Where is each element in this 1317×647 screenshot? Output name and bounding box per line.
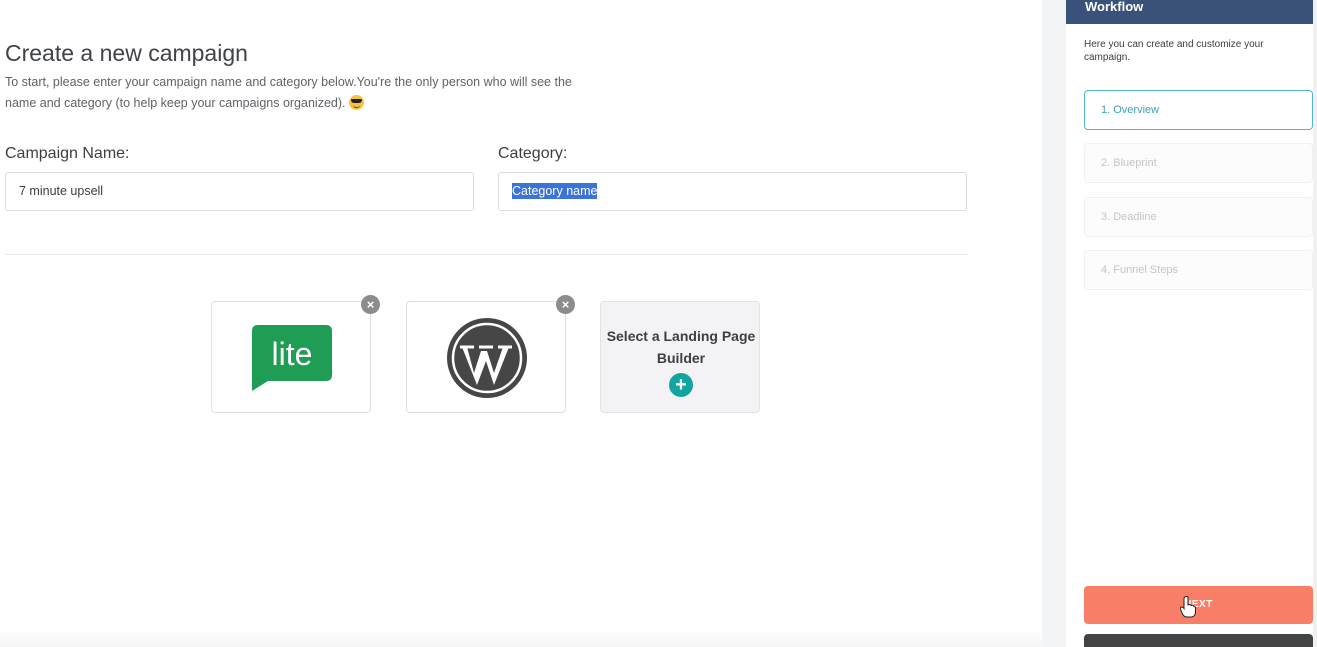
secondary-button[interactable] [1084, 634, 1313, 647]
builder-card-lite[interactable]: × lite [211, 295, 380, 413]
select-landing-page-builder-card[interactable]: Select a Landing Page Builder + [600, 301, 760, 413]
step-blueprint[interactable]: 2. Blueprint [1084, 143, 1313, 183]
select-builder-label: Select a Landing Page Builder [606, 328, 756, 366]
next-button[interactable]: NEXT [1084, 586, 1313, 624]
bottom-edge [0, 630, 1042, 647]
lite-logo-icon: lite [252, 325, 332, 391]
campaign-name-label: Campaign Name: [5, 145, 130, 162]
main-content: Create a new campaign To start, please e… [0, 0, 1042, 647]
category-label: Category: [498, 145, 568, 162]
step-overview[interactable]: 1. Overview [1084, 90, 1313, 130]
workflow-sidebar: Workflow Here you can create and customi… [1066, 0, 1317, 647]
step-funnel-steps[interactable]: 4. Funnel Steps [1084, 250, 1313, 290]
section-divider [5, 254, 968, 255]
remove-wordpress-icon[interactable]: × [556, 295, 575, 314]
scrollbar-track[interactable] [1313, 0, 1317, 647]
lite-logo-text: lite [272, 336, 313, 372]
category-selected-text: Category name [512, 183, 598, 199]
step-deadline[interactable]: 3. Deadline [1084, 197, 1313, 237]
wordpress-logo-icon [447, 318, 527, 398]
sidebar-gutter [1042, 0, 1066, 647]
category-input[interactable]: Category name [498, 172, 967, 211]
builder-card-wordpress[interactable]: × [406, 295, 575, 413]
sidebar-title: Workflow [1066, 0, 1317, 24]
description-text: To start, please enter your campaign nam… [5, 75, 572, 110]
sidebar-description: Here you can create and customize your c… [1084, 39, 1264, 63]
page-description: To start, please enter your campaign nam… [5, 72, 575, 114]
remove-lite-icon[interactable]: × [361, 295, 380, 314]
plus-icon[interactable]: + [669, 373, 693, 397]
sunglasses-emoji-icon [348, 95, 364, 110]
hand-cursor-icon [1180, 596, 1196, 618]
campaign-name-input[interactable]: 7 minute upsell [5, 172, 474, 211]
page-title: Create a new campaign [5, 40, 248, 66]
